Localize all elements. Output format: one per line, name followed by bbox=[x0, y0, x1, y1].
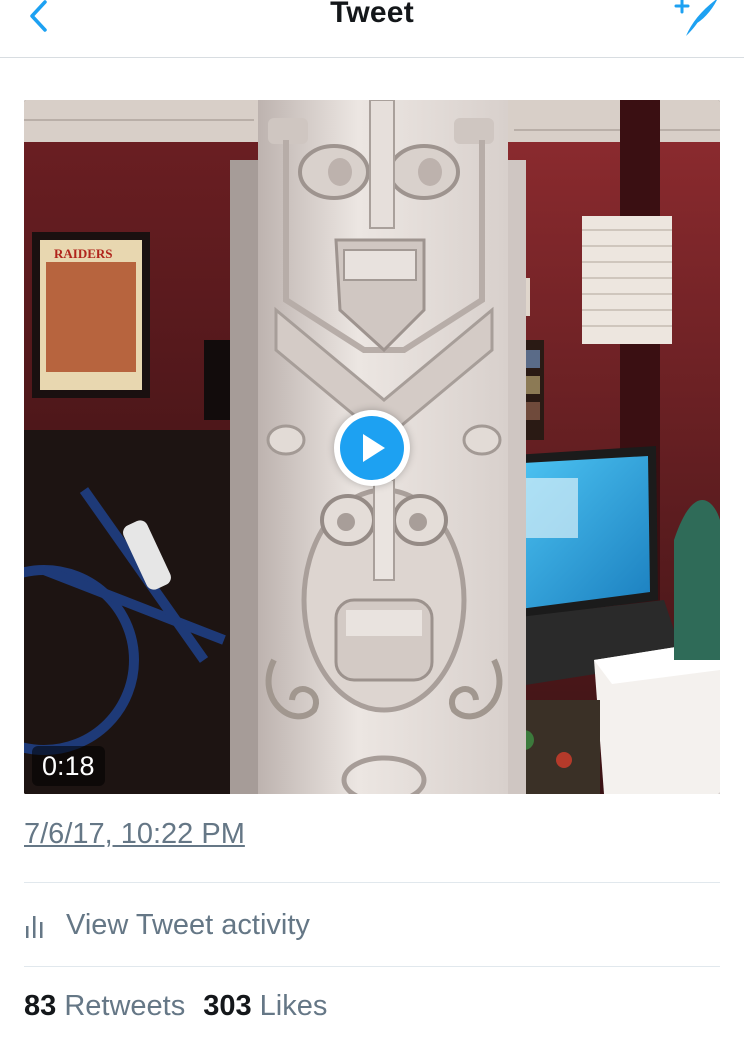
poster-title: RAIDERS bbox=[54, 246, 113, 261]
tweet-stats: 83 Retweets 303 Likes bbox=[24, 990, 327, 1023]
view-tweet-activity-button[interactable]: View Tweet activity bbox=[24, 900, 310, 950]
retweets-stat[interactable]: 83 Retweets bbox=[24, 990, 185, 1023]
compose-tweet-icon bbox=[674, 0, 717, 36]
divider bbox=[24, 966, 720, 967]
bar-chart-icon bbox=[26, 916, 43, 938]
retweets-count: 83 bbox=[24, 990, 57, 1022]
likes-stat[interactable]: 303 Likes bbox=[203, 990, 327, 1023]
tweet-detail-screen: Tweet RAIDERS 0:18 7/6/17, 10:22 PM View… bbox=[0, 0, 744, 1041]
likes-label: Likes bbox=[259, 990, 328, 1022]
likes-count: 303 bbox=[203, 990, 252, 1022]
play-button[interactable] bbox=[334, 410, 410, 486]
compose-tweet-button[interactable] bbox=[672, 0, 722, 38]
view-tweet-activity-label: View Tweet activity bbox=[66, 908, 310, 941]
retweets-label: Retweets bbox=[64, 990, 186, 1022]
play-icon bbox=[340, 416, 404, 480]
video-thumbnail[interactable]: RAIDERS 0:18 bbox=[24, 100, 720, 794]
navigation-bar: Tweet bbox=[0, 0, 744, 58]
divider bbox=[24, 882, 720, 883]
page-title: Tweet bbox=[330, 0, 414, 29]
tweet-timestamp[interactable]: 7/6/17, 10:22 PM bbox=[24, 818, 245, 851]
video-duration-badge: 0:18 bbox=[32, 746, 105, 786]
